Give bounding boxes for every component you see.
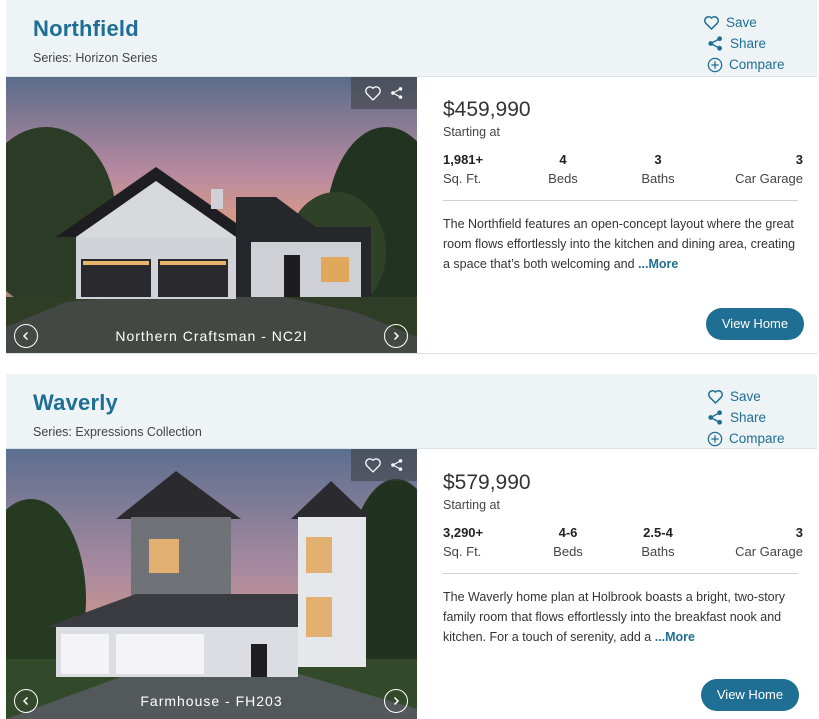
stat-sqft: 3,290+ Sq. Ft. [443, 525, 523, 565]
save-label: Save [730, 389, 761, 404]
save-label: Save [726, 15, 757, 30]
stat-value: 4-6 [558, 525, 578, 540]
next-photo-button[interactable] [384, 324, 408, 348]
home-photo[interactable]: Farmhouse - FH203 [6, 449, 417, 719]
price: $459,990 [443, 98, 531, 121]
stat-label: Baths [641, 544, 675, 559]
home-info: $579,990 Starting at 3,290+ Sq. Ft. 4-6 … [443, 470, 803, 647]
stat-beds: 4-6 Beds [523, 525, 613, 565]
stat-label: Sq. Ft. [443, 171, 482, 186]
home-stats: 1,981+ Sq. Ft. 4 Beds 3 Baths 3 Car Gara… [443, 152, 803, 192]
photo-caption: Farmhouse - FH203 [140, 693, 283, 709]
stat-value: 3 [654, 152, 662, 167]
stat-value: 2.5-4 [643, 525, 673, 540]
home-description: The Waverly home plan at Holbrook boasts… [443, 587, 803, 647]
stat-value: 3 [795, 152, 803, 167]
stat-value: 3 [795, 525, 803, 540]
chevron-right-icon [393, 331, 400, 341]
stat-label: Beds [548, 171, 578, 186]
card-header: Waverly Series: Expressions Collection S… [6, 374, 817, 449]
heart-icon [708, 390, 723, 404]
stat-label: Beds [553, 544, 583, 559]
share-icon[interactable] [390, 86, 404, 100]
chevron-right-icon [393, 696, 400, 706]
stat-beds: 4 Beds [523, 152, 603, 192]
stat-value: 3,290+ [443, 525, 484, 540]
home-stats: 3,290+ Sq. Ft. 4-6 Beds 2.5-4 Baths 3 Ca… [443, 525, 803, 565]
heart-icon[interactable] [364, 85, 382, 101]
compare-label: Compare [729, 57, 785, 72]
home-info: $459,990 Starting at 1,981+ Sq. Ft. 4 Be… [443, 97, 803, 274]
compare-button[interactable]: Compare [707, 54, 797, 75]
plus-circle-icon [707, 431, 723, 446]
house-rendering [6, 77, 417, 354]
divider [443, 573, 798, 574]
stat-baths: 2.5-4 Baths [613, 525, 703, 565]
heart-icon [704, 16, 719, 30]
plus-circle-icon [707, 57, 723, 72]
card-actions: Save Share Compare [707, 386, 797, 449]
view-home-button[interactable]: View Home [706, 308, 804, 340]
price-label: Starting at [443, 125, 500, 139]
home-name[interactable]: Waverly [33, 390, 118, 416]
series-label: Series: Horizon Series [33, 51, 158, 65]
next-photo-button[interactable] [384, 689, 408, 713]
chevron-left-icon [22, 696, 29, 706]
stat-label: Sq. Ft. [443, 544, 482, 559]
share-icon [708, 410, 722, 425]
share-button[interactable]: Share [707, 407, 797, 428]
stat-sqft: 1,981+ Sq. Ft. [443, 152, 523, 192]
share-button[interactable]: Share [707, 33, 797, 54]
stat-value: 1,981+ [443, 152, 484, 167]
save-button[interactable]: Save [707, 386, 797, 407]
divider [443, 200, 798, 201]
share-icon[interactable] [390, 458, 404, 472]
more-link[interactable]: ...More [638, 257, 678, 271]
description-text: The Waverly home plan at Holbrook boasts… [443, 590, 786, 644]
home-description: The Northfield features an open-concept … [443, 214, 803, 274]
home-card: Waverly Series: Expressions Collection S… [6, 374, 817, 719]
compare-label: Compare [729, 431, 785, 446]
stat-garage: 3 Car Garage [713, 152, 803, 192]
divider [6, 353, 817, 354]
stat-garage: 3 Car Garage [703, 525, 803, 565]
previous-photo-button[interactable] [14, 689, 38, 713]
previous-photo-button[interactable] [14, 324, 38, 348]
home-name[interactable]: Northfield [33, 16, 139, 42]
card-actions: Save Share Compare [704, 12, 797, 75]
stat-value: 4 [559, 152, 567, 167]
stat-baths: 3 Baths [603, 152, 713, 192]
description-text: The Northfield features an open-concept … [443, 217, 796, 271]
stat-label: Baths [641, 171, 675, 186]
chevron-left-icon [22, 331, 29, 341]
save-button[interactable]: Save [703, 12, 797, 33]
price-label: Starting at [443, 498, 500, 512]
share-label: Share [730, 36, 767, 51]
home-card: Northfield Series: Horizon Series Save S… [6, 0, 817, 354]
card-header: Northfield Series: Horizon Series Save S… [6, 0, 817, 77]
heart-icon[interactable] [364, 457, 382, 473]
home-photo[interactable]: Northern Craftsman - NC2I [6, 77, 417, 354]
share-label: Share [730, 410, 767, 425]
photo-toolbar [351, 77, 417, 109]
series-label: Series: Expressions Collection [33, 425, 202, 439]
photo-toolbar [351, 449, 417, 481]
house-rendering [6, 449, 417, 719]
view-home-button[interactable]: View Home [701, 679, 799, 711]
photo-caption: Northern Craftsman - NC2I [115, 328, 308, 344]
more-link[interactable]: ...More [655, 630, 695, 644]
price: $579,990 [443, 471, 531, 494]
stat-label: Car Garage [735, 544, 803, 559]
stat-label: Car Garage [735, 171, 803, 186]
compare-button[interactable]: Compare [707, 428, 797, 449]
share-icon [708, 36, 722, 51]
